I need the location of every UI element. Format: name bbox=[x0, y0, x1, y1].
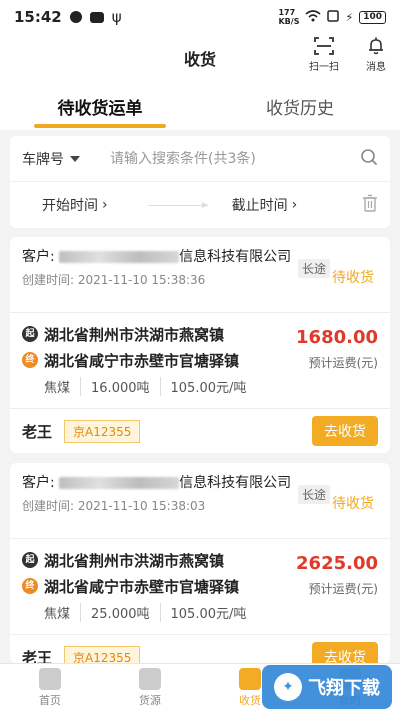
cargo-info: 焦煤 16.000吨 105.00元/吨 bbox=[22, 377, 378, 396]
destination-address: 湖北省咸宁市赤壁市官塘驿镇 bbox=[44, 577, 240, 596]
fee-label: 预计运费(元) bbox=[308, 582, 378, 596]
driver-name: 老王 bbox=[22, 422, 53, 441]
charging-icon: ⚡ bbox=[345, 10, 354, 24]
filter-panel: 车牌号 开始时间 › 截止时间 › bbox=[10, 136, 390, 228]
driver-name: 老王 bbox=[22, 648, 53, 664]
status-bar: 15:42 ψ 177 KB/S ⚡ 100 bbox=[0, 0, 400, 34]
destination-address: 湖北省咸宁市赤壁市官塘驿镇 bbox=[44, 351, 240, 370]
scan-icon bbox=[314, 37, 334, 55]
fee-label: 预计运费(元) bbox=[308, 356, 378, 370]
destination-icon: 终 bbox=[22, 352, 38, 368]
status-badge: 待收货 bbox=[332, 496, 374, 512]
cargo-icon bbox=[139, 668, 161, 690]
customer-prefix: 客户: bbox=[22, 475, 55, 491]
nav-receive-label: 收货 bbox=[239, 694, 261, 707]
receive-button[interactable]: 去收货 bbox=[312, 416, 378, 446]
destination-icon: 终 bbox=[22, 578, 38, 594]
wifi-icon bbox=[305, 9, 321, 25]
unit-price: 105.00元/吨 bbox=[159, 603, 257, 622]
customer-name: 客户: 信息科技有限公司 bbox=[22, 247, 292, 267]
receive-button[interactable]: 去收货 bbox=[312, 642, 378, 663]
watermark-logo: ✦ 飞翔下载 bbox=[262, 665, 392, 709]
tab-history[interactable]: 收货历史 bbox=[200, 82, 400, 130]
route-type-badge: 长途 bbox=[298, 259, 331, 278]
start-time-button[interactable]: 开始时间 › bbox=[42, 195, 108, 215]
home-icon bbox=[39, 668, 61, 690]
receive-icon bbox=[239, 668, 261, 690]
fee-block: 2625.00 预计运费(元) bbox=[296, 553, 378, 597]
nav-supply[interactable]: 货源 bbox=[100, 664, 200, 713]
chevron-right-icon: › bbox=[291, 197, 298, 213]
unit-price: 105.00元/吨 bbox=[159, 377, 257, 396]
origin-address: 湖北省荆州市洪湖市燕窝镇 bbox=[44, 551, 225, 570]
status-badge: 待收货 bbox=[332, 270, 374, 286]
cargo-weight: 16.000吨 bbox=[80, 377, 160, 396]
scan-label: 扫一扫 bbox=[309, 62, 339, 73]
order-card[interactable]: 客户: 信息科技有限公司 创建时间: 2021-11-10 15:38:36 长… bbox=[10, 237, 390, 453]
usb-icon: ψ bbox=[111, 8, 122, 26]
message-button[interactable]: 消息 bbox=[356, 36, 396, 73]
battery-indicator: 100 bbox=[359, 10, 386, 24]
customer-prefix: 客户: bbox=[22, 249, 55, 265]
plate-dropdown-label: 车牌号 bbox=[22, 151, 64, 168]
search-icon[interactable] bbox=[360, 148, 378, 170]
nav-home[interactable]: 首页 bbox=[0, 664, 100, 713]
plate-number: 京A12355 bbox=[64, 645, 141, 663]
origin-address: 湖北省荆州市洪湖市燕窝镇 bbox=[44, 325, 225, 344]
scan-button[interactable]: 扫一扫 bbox=[304, 36, 344, 73]
plate-number: 京A12355 bbox=[64, 419, 141, 443]
customer-suffix: 信息科技有限公司 bbox=[179, 249, 292, 265]
customer-name: 客户: 信息科技有限公司 bbox=[22, 473, 292, 493]
end-time-button[interactable]: 截止时间 › bbox=[232, 195, 298, 215]
tab-bar: 待收货运单 收货历史 bbox=[0, 82, 400, 130]
fee-amount: 1680.00 bbox=[296, 327, 378, 348]
tab-pending[interactable]: 待收货运单 bbox=[0, 82, 200, 130]
redacted-text bbox=[59, 477, 180, 489]
nav-home-label: 首页 bbox=[39, 694, 61, 707]
fee-amount: 2625.00 bbox=[296, 553, 378, 574]
chevron-right-icon: › bbox=[102, 197, 108, 213]
order-card[interactable]: 客户: 信息科技有限公司 创建时间: 2021-11-10 15:38:03 长… bbox=[10, 463, 390, 663]
cargo-info: 焦煤 25.000吨 105.00元/吨 bbox=[22, 603, 378, 622]
app-notification-icon bbox=[89, 11, 104, 23]
cargo-weight: 25.000吨 bbox=[80, 603, 160, 622]
message-label: 消息 bbox=[366, 62, 386, 73]
dropdown-arrow-icon bbox=[70, 155, 80, 162]
fee-block: 1680.00 预计运费(元) bbox=[296, 327, 378, 371]
notification-icon bbox=[69, 11, 82, 23]
watermark-text: 飞翔下载 bbox=[308, 678, 380, 699]
status-time: 15:42 bbox=[14, 8, 62, 26]
search-input[interactable] bbox=[110, 150, 360, 167]
nav-supply-label: 货源 bbox=[139, 694, 161, 707]
bell-icon bbox=[369, 37, 383, 55]
plate-dropdown[interactable]: 车牌号 bbox=[22, 149, 110, 169]
start-time-label: 开始时间 bbox=[42, 198, 98, 214]
watermark-icon: ✦ bbox=[274, 673, 302, 701]
redacted-text bbox=[59, 251, 180, 263]
end-time-label: 截止时间 bbox=[231, 198, 288, 214]
cargo-type: 焦煤 bbox=[44, 607, 71, 622]
network-speed: 177 KB/S bbox=[278, 8, 300, 26]
origin-icon: 起 bbox=[22, 326, 38, 342]
route-type-badge: 长途 bbox=[298, 485, 331, 504]
origin-icon: 起 bbox=[22, 552, 38, 568]
time-range-arrow bbox=[147, 201, 208, 208]
sim-icon bbox=[327, 9, 340, 25]
customer-suffix: 信息科技有限公司 bbox=[179, 475, 292, 491]
app-header: 收货 扫一扫 消息 bbox=[0, 34, 400, 82]
cargo-type: 焦煤 bbox=[44, 381, 71, 396]
trash-icon[interactable] bbox=[362, 194, 378, 216]
